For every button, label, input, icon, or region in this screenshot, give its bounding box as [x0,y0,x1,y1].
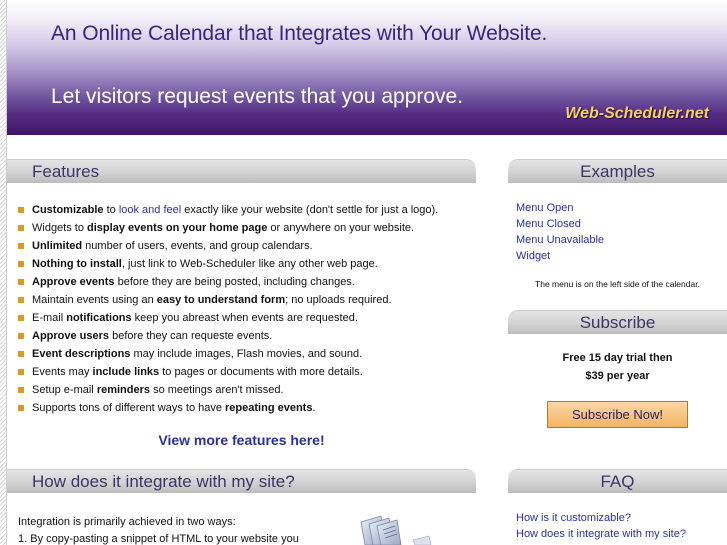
feature-item: Event descriptions may include images, F… [18,345,478,363]
feature-text: Widgets to [32,222,88,234]
feature-item: Customizable to look and feel exactly li… [18,201,478,219]
examples-heading: Examples [508,159,727,183]
subscribe-heading: Subscribe [508,310,727,334]
feature-highlight: repeating events [225,402,313,414]
faq-heading: FAQ [508,469,727,493]
feature-text: , just link to Web-Scheduler like any ot… [121,258,378,270]
square-bullet-icon [18,333,24,339]
feature-item: Supports tons of different ways to have … [18,399,478,417]
feature-text: or anywhere on your website. [267,222,415,234]
square-bullet-icon [18,369,24,375]
feature-text: to [103,204,119,216]
feature-highlight: display events on your home page [87,222,268,234]
feature-text: exactly like your website (don't settle … [181,204,439,216]
feature-text: may include images, Flash movies, and so… [130,348,363,360]
feature-highlight: include links [92,366,160,378]
feature-item: Events may include links to pages or doc… [18,363,478,381]
feature-highlight: Event descriptions [32,348,131,360]
integration-line-2: 1. By copy-pasting a snippet of HTML to … [18,533,299,545]
feature-text: before they can requeste events. [109,330,273,342]
faq-link-integrate[interactable]: How does it integrate with my site? [516,526,686,542]
examples-note: The menu is on the left side of the cale… [535,279,700,289]
feature-text: so meetings aren't missed. [150,384,284,396]
square-bullet-icon [18,315,24,321]
integration-heading: How does it integrate with my site? [7,469,476,493]
integration-line-1: Integration is primarily achieved in two… [18,516,236,528]
square-bullet-icon [18,207,24,213]
feature-highlight: Approve users [32,330,110,342]
feature-highlight: Unlimited [32,240,83,252]
square-bullet-icon [18,405,24,411]
feature-text: Maintain events using an [32,294,157,306]
square-bullet-icon [18,351,24,357]
integration-text: Integration is primarily achieved in two… [18,514,299,545]
banner-subheadline: Let visitors request events that you app… [51,85,464,108]
feature-highlight: easy to understand form [156,294,286,306]
feature-item: Unlimited number of users, events, and g… [18,237,478,255]
view-more-features-link[interactable]: View more features here! [7,432,476,448]
feature-text: E-mail [32,312,67,324]
subscribe-now-button[interactable]: Subscribe Now! [547,401,688,428]
example-link-menu-closed[interactable]: Menu Closed [516,216,604,232]
trial-pricing: Free 15 day trial then $39 per year [508,349,727,385]
trial-line-1: Free 15 day trial then [562,352,673,364]
feature-text: . [312,402,316,414]
feature-item: Nothing to install, just link to Web-Sch… [18,255,478,273]
documents-graphic-icon [360,515,432,545]
feature-text: Setup e-mail [32,384,97,396]
feature-item: Setup e-mail reminders so meetings aren'… [18,381,478,399]
feature-text: keep you abreast when events are request… [131,312,358,324]
square-bullet-icon [18,243,24,249]
feature-text: Supports tons of different ways to have [32,402,226,414]
feature-item: Approve users before they can requeste e… [18,327,478,345]
feature-link[interactable]: look and feel [119,204,181,216]
faq-link-customizable[interactable]: How is it customizable? [516,510,686,526]
square-bullet-icon [18,279,24,285]
feature-highlight: Customizable [32,204,104,216]
feature-highlight: notifications [66,312,132,324]
brand-logo[interactable]: Web-Scheduler.net [565,105,709,123]
faq-links: How is it customizable? How does it inte… [516,510,686,542]
features-list: Customizable to look and feel exactly li… [18,201,478,417]
feature-item: E-mail notifications keep you abreast wh… [18,309,478,327]
square-bullet-icon [18,297,24,303]
header-banner: An Online Calendar that Integrates with … [7,0,727,135]
feature-highlight: Approve events [32,276,115,288]
banner-headline: An Online Calendar that Integrates with … [51,22,548,45]
feature-highlight: Nothing to install [32,258,122,270]
feature-highlight: reminders [96,384,151,396]
feature-text: to pages or documents with more details. [159,366,363,378]
features-heading: Features [7,159,476,183]
example-link-menu-open[interactable]: Menu Open [516,200,604,216]
square-bullet-icon [18,261,24,267]
feature-item: Widgets to display events on your home p… [18,219,478,237]
feature-text: before they are being posted, including … [114,276,355,288]
feature-text: Events may [32,366,93,378]
example-link-widget[interactable]: Widget [516,248,604,264]
feature-text: number of users, events, and group calen… [82,240,313,252]
feature-item: Approve events before they are being pos… [18,273,478,291]
square-bullet-icon [18,387,24,393]
trial-line-2: $39 per year [585,370,650,382]
example-link-menu-unavailable[interactable]: Menu Unavailable [516,232,604,248]
left-hatch-border [0,0,7,545]
square-bullet-icon [18,225,24,231]
examples-links: Menu Open Menu Closed Menu Unavailable W… [516,200,604,264]
feature-text: ; no uploads required. [285,294,392,306]
feature-item: Maintain events using an easy to underst… [18,291,478,309]
